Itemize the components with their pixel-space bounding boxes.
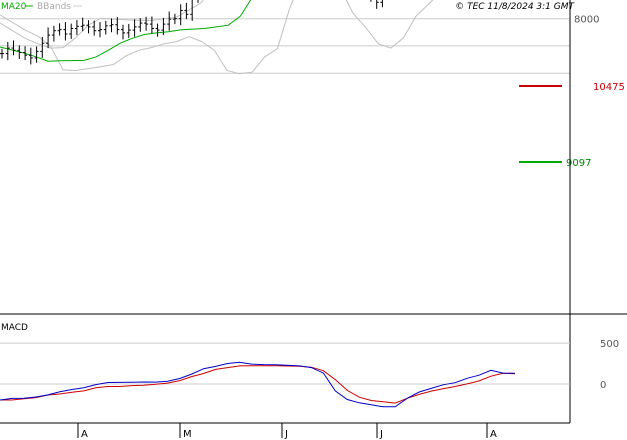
- x-tick-label: A: [490, 429, 497, 440]
- macd-y-tick-label: 0: [600, 380, 606, 391]
- bbands-upper-value: 10475: [593, 82, 625, 93]
- macd-y-tick-label: 500: [600, 339, 619, 350]
- bbands-legend-label: BBands: [37, 2, 71, 12]
- stock-chart: MA20 BBands © TEC 11/8/2024 3:1 GMT 8000…: [0, 0, 627, 440]
- copyright-text: © TEC 11/8/2024 3:1 GMT: [455, 2, 575, 12]
- x-tick-label: A: [81, 429, 88, 440]
- price-y-tick-label: 8000: [574, 15, 599, 26]
- x-tick-label: M: [183, 429, 192, 440]
- x-tick-label: J: [284, 429, 288, 440]
- macd-title: MACD: [1, 323, 28, 333]
- chart-background: [0, 0, 627, 440]
- x-tick-label: J: [379, 429, 383, 440]
- ma-legend-label: MA20: [1, 2, 27, 12]
